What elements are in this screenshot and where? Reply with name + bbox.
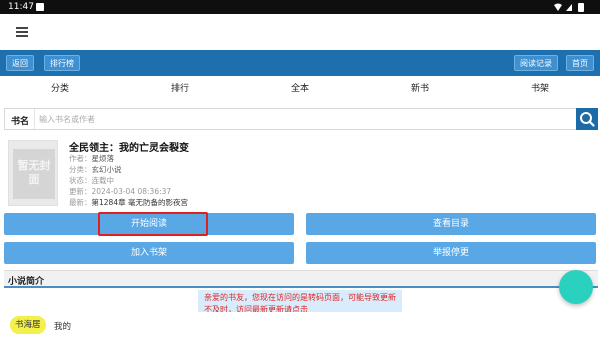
book-updated-row: 更新：2024-03-04 08:36:37 — [69, 187, 172, 196]
nav-item-completed[interactable]: 全本 — [270, 81, 330, 94]
status-time: 11:47 — [8, 2, 34, 12]
report-stopped-button[interactable]: 举报停更 — [306, 242, 596, 264]
notification-icon — [36, 3, 44, 11]
system-icons — [552, 2, 592, 14]
book-author-row: 作者：星烦落 — [69, 154, 115, 163]
search-icon — [580, 112, 595, 127]
nav-item-bookshelf[interactable]: 书架 — [510, 81, 570, 94]
book-info: 暂无封面 全民领主：我的亡灵会裂变 作者：星烦落 分类：玄幻小说 状态：连载中 … — [0, 136, 600, 208]
book-status-row: 状态：连载中 — [69, 176, 115, 185]
nav-item-ranking[interactable]: 排行 — [150, 81, 210, 94]
app-bar — [0, 14, 600, 50]
cover-placeholder: 暂无封面 — [13, 149, 55, 199]
search-bar: 书名 — [4, 108, 598, 130]
top-nav-bar: 返回 排行榜 阅读记录 首页 — [0, 50, 600, 76]
book-title: 全民领主：我的亡灵会裂变 — [69, 143, 189, 154]
bottom-nav: 书海居 我的 — [0, 312, 600, 338]
category-nav: 分类 排行 全本 新书 书架 — [0, 78, 600, 96]
synopsis-title: 小说简介 — [8, 277, 45, 287]
ranking-button[interactable]: 排行榜 — [44, 55, 80, 71]
search-label: 书名 — [11, 117, 30, 127]
book-author[interactable]: 星烦落 — [92, 154, 115, 163]
book-category[interactable]: 玄幻小说 — [92, 165, 122, 174]
book-category-row: 分类：玄幻小说 — [69, 165, 122, 174]
status-bar: 11:47 — [0, 0, 600, 14]
book-latest-row: 最新：第1284章 毫无防备的影夜宫 — [69, 198, 188, 207]
start-reading-button[interactable]: 开始阅读 — [4, 213, 294, 235]
reading-history-button[interactable]: 阅读记录 — [514, 55, 558, 71]
synopsis-header: 小说简介 — [4, 270, 598, 288]
hamburger-menu-icon[interactable] — [16, 27, 28, 37]
view-catalog-button[interactable]: 查看目录 — [306, 213, 596, 235]
nav-item-new-books[interactable]: 新书 — [390, 81, 450, 94]
back-button[interactable]: 返回 — [6, 55, 34, 71]
search-button[interactable] — [576, 108, 598, 130]
wifi-signal-battery-icon — [554, 3, 584, 12]
nav-item-category[interactable]: 分类 — [30, 81, 90, 94]
book-status: 连载中 — [91, 176, 115, 185]
tab-bookhome[interactable]: 书海居 — [10, 316, 46, 334]
add-to-shelf-button[interactable]: 加入书架 — [4, 242, 294, 264]
divider — [34, 109, 35, 129]
book-cover[interactable]: 暂无封面 — [8, 140, 58, 206]
home-button[interactable]: 首页 — [566, 55, 594, 71]
search-input[interactable] — [39, 111, 539, 127]
latest-chapter-link[interactable]: 第1284章 毫无防备的影夜宫 — [92, 198, 188, 207]
tab-mine[interactable]: 我的 — [54, 320, 71, 332]
book-updated: 2024-03-04 08:36:37 — [91, 187, 172, 196]
floating-action-button[interactable] — [559, 270, 593, 304]
